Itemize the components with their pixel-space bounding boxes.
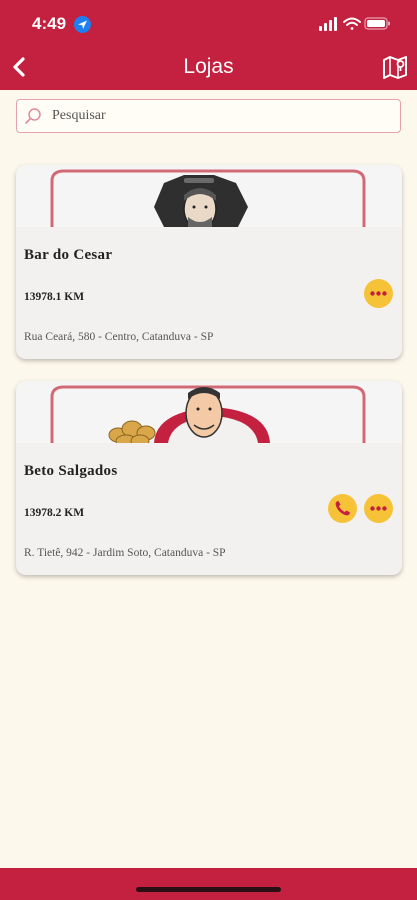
more-dots-icon: [370, 506, 387, 511]
status-time: 4:49: [32, 14, 67, 33]
status-indicators: [319, 15, 391, 33]
battery-icon: [364, 17, 390, 30]
store-card[interactable]: Beto Salgados 13978.2 KM R. Tietê, 942 -…: [16, 381, 402, 575]
bottom-bar: [0, 868, 417, 900]
home-indicator[interactable]: [136, 887, 281, 892]
store-address: R. Tietê, 942 - Jardim Soto, Catanduva -…: [24, 547, 226, 559]
store-name: Bar do Cesar: [24, 247, 113, 263]
search-icon: [24, 107, 42, 125]
store-logo-image: [16, 165, 402, 227]
map-button[interactable]: [381, 53, 409, 81]
phone-icon: [335, 501, 350, 516]
store-logo-image: [16, 381, 402, 443]
search-box[interactable]: [16, 99, 401, 133]
store-distance: 13978.1 KM: [24, 291, 85, 303]
signal-icon: [319, 17, 337, 31]
store-card[interactable]: Bar do Cesar 13978.1 KM Rua Ceará, 580 -…: [16, 165, 402, 359]
status-bar: 4:49: [0, 0, 417, 48]
map-icon: [383, 56, 407, 79]
page-title: Lojas: [183, 55, 234, 78]
wifi-icon: [343, 17, 361, 30]
more-button[interactable]: [364, 279, 393, 308]
app-header: 4:49 Lojas: [0, 0, 417, 90]
store-address: Rua Ceará, 580 - Centro, Catanduva - SP: [24, 331, 214, 343]
search-input[interactable]: [52, 100, 392, 131]
location-arrow-icon: [74, 16, 91, 33]
store-name: Beto Salgados: [24, 463, 118, 479]
store-distance: 13978.2 KM: [24, 507, 85, 519]
call-button[interactable]: [328, 494, 357, 523]
more-dots-icon: [370, 291, 387, 296]
more-button[interactable]: [364, 494, 393, 523]
